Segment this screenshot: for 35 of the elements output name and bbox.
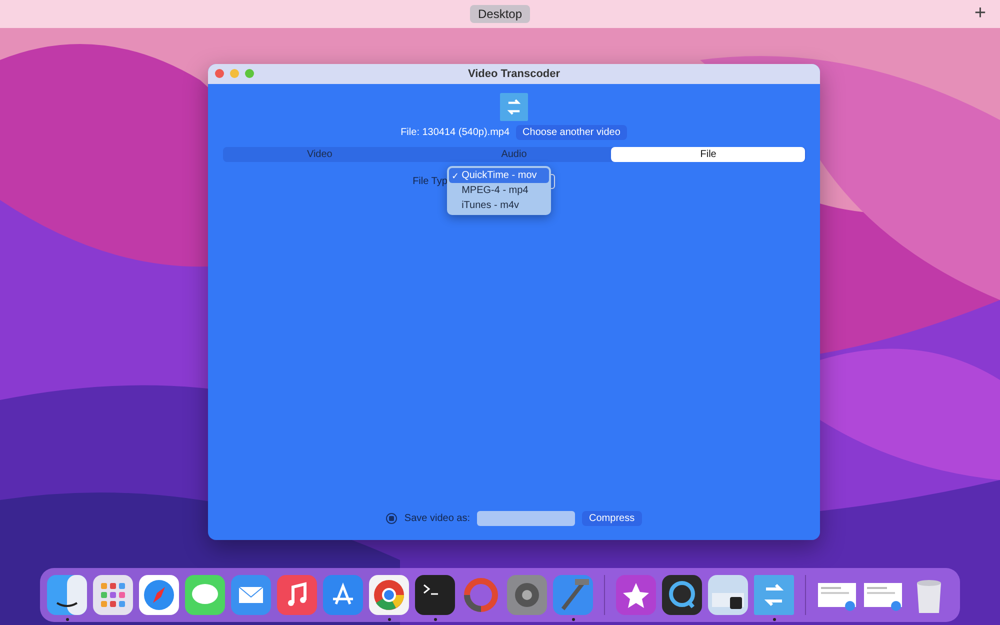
file-name: File: 130414 (540p).mp4 [400,127,510,138]
window-title: Video Transcoder [468,68,560,80]
gear-icon[interactable] [507,575,547,615]
save-label: Save video as: [404,513,470,524]
compress-button[interactable]: Compress [582,511,642,526]
film-arrows-icon[interactable] [754,575,794,615]
film-arrows-icon [500,93,528,121]
face-icon[interactable] [47,575,87,615]
terminal-icon[interactable] [415,575,455,615]
menu-item[interactable]: ✓ QuickTime - mov [448,168,549,183]
running-dot [66,618,68,621]
running-dot [772,618,776,621]
space-label[interactable]: Desktop [470,5,530,23]
menu-item[interactable]: iTunes - m4v [448,198,549,213]
file-type-label: File Typ [412,176,448,186]
letter-a-icon[interactable] [323,575,363,615]
photo-icon[interactable] [708,575,748,615]
close-button[interactable] [215,69,224,78]
compass-icon[interactable] [139,575,179,615]
tab[interactable]: File [611,147,806,162]
music-note-icon[interactable] [277,575,317,615]
menu-item[interactable]: MPEG-4 - mp4 [448,183,549,198]
envelope-icon[interactable] [231,575,271,615]
filename-field[interactable] [477,511,576,526]
magnifier-icon[interactable] [662,575,702,615]
speech-bubble-icon[interactable] [185,575,225,615]
grid-icon[interactable] [93,575,133,615]
hammer-icon[interactable] [553,575,593,615]
running-dot [572,618,574,621]
save-radio[interactable] [386,513,398,524]
choose-video-button[interactable]: Choose another video [516,125,628,140]
chrome-icon[interactable] [369,575,409,615]
add-space-button[interactable]: + [974,3,986,23]
running-dot [434,618,436,621]
running-dot [388,618,390,621]
